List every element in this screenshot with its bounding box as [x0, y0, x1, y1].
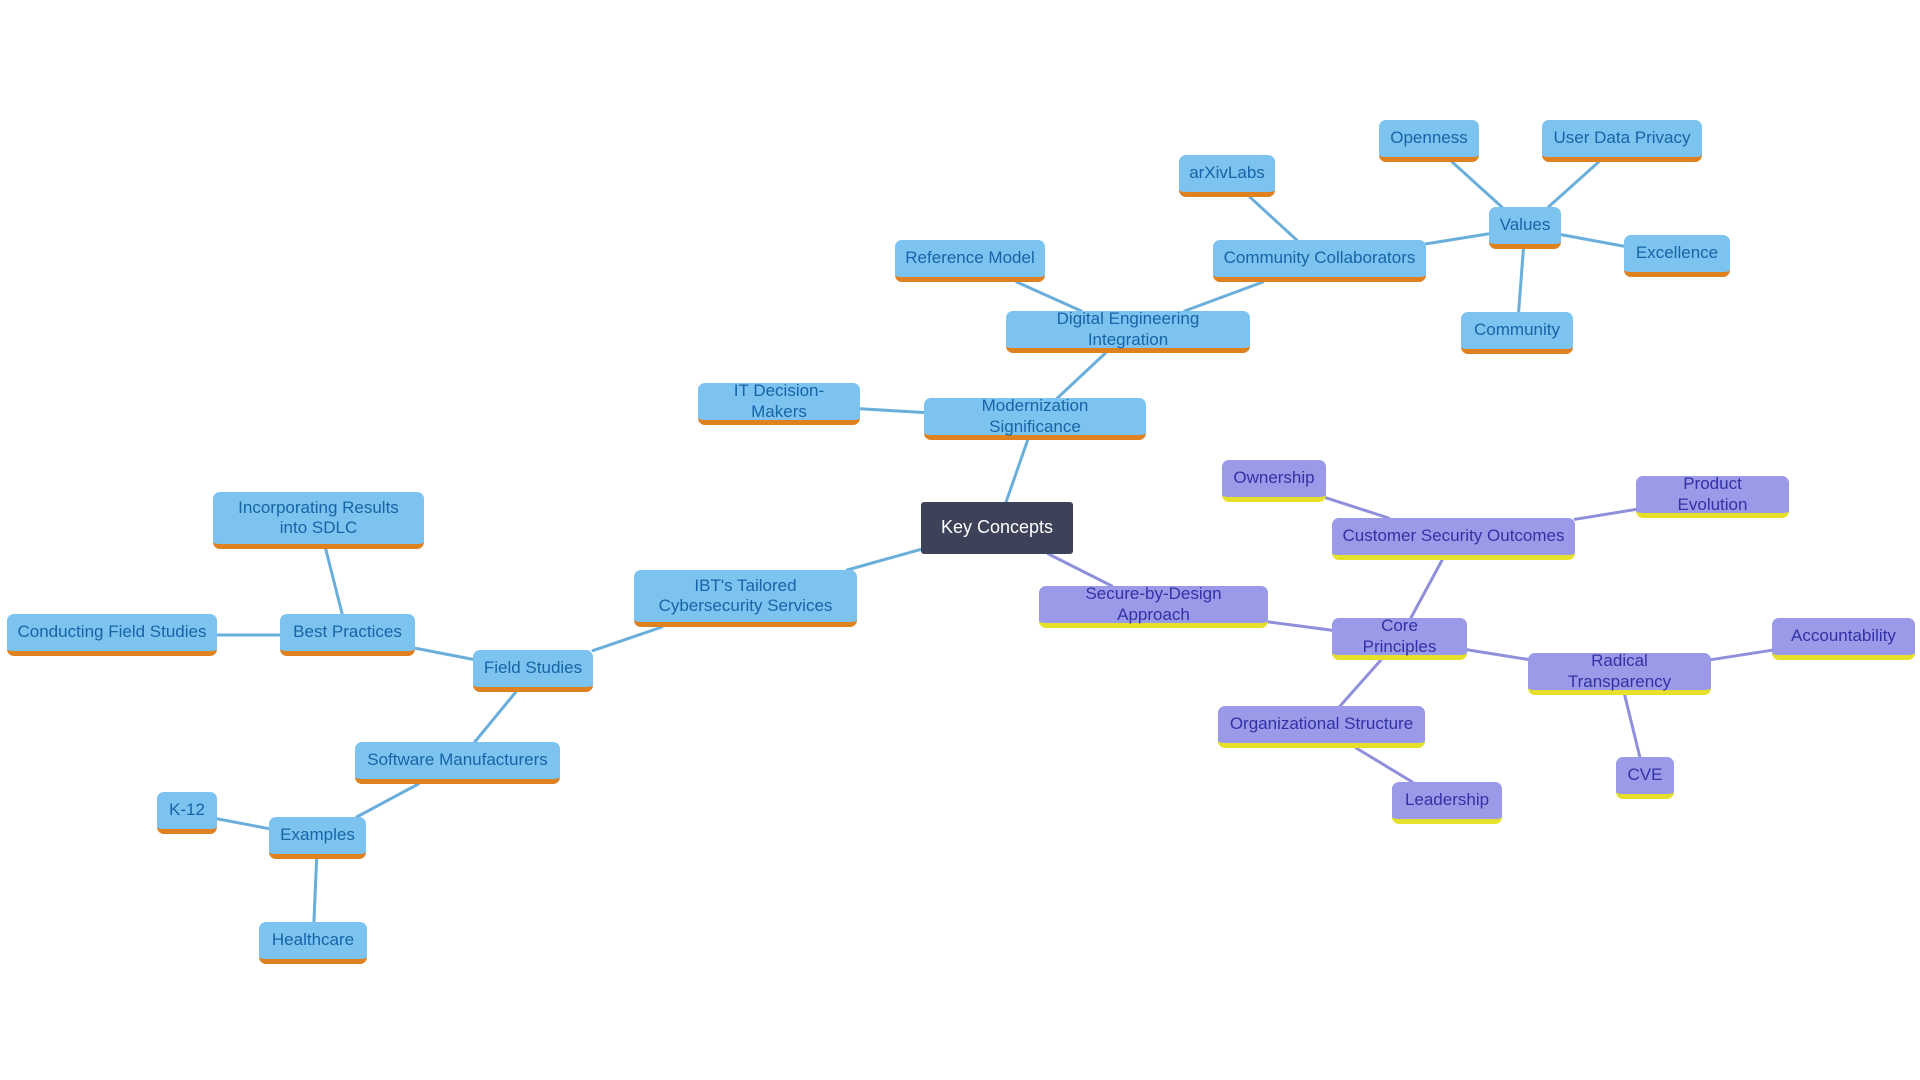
edge-values-to-excellence: [1559, 233, 1626, 248]
mindmap-node-conducting[interactable]: Conducting Field Studies: [7, 614, 217, 656]
mindmap-node-userprivacy[interactable]: User Data Privacy: [1542, 120, 1702, 162]
mindmap-node-accountab[interactable]: Accountability: [1772, 618, 1915, 660]
mindmap-node-securedesign[interactable]: Secure-by-Design Approach: [1039, 584, 1268, 628]
mindmap-node-itdm[interactable]: IT Decision-Makers: [698, 381, 860, 425]
mindmap-node-cve[interactable]: CVE: [1616, 757, 1674, 799]
edge-coreprin-to-radtrans: [1465, 648, 1530, 661]
mindmap-node-excellence[interactable]: Excellence: [1624, 235, 1730, 277]
edge-custsec-to-ownership: [1324, 496, 1391, 520]
edge-modern-to-itdm: [858, 407, 926, 414]
edge-radtrans-to-accountab: [1709, 648, 1774, 662]
mindmap-node-bestprac[interactable]: Best Practices: [280, 614, 415, 656]
mindmap-node-prodevo[interactable]: Product Evolution: [1636, 474, 1789, 518]
edge-orgstruct-to-leadership: [1354, 746, 1414, 784]
mindmap-node-leadership[interactable]: Leadership: [1392, 782, 1502, 824]
edge-custsec-to-prodevo: [1573, 507, 1638, 521]
mindmap-node-coreprin[interactable]: Core Principles: [1332, 616, 1467, 660]
mindmap-canvas: Key Concepts IBT's Tailored Cybersecurity…: [0, 0, 1920, 1080]
mindmap-node-fieldstud[interactable]: Field Studies: [473, 650, 593, 692]
edge-digeng-to-refmodel: [1015, 280, 1083, 313]
mindmap-node-ownership[interactable]: Ownership: [1222, 460, 1326, 502]
edge-modern-to-digeng: [1055, 351, 1108, 400]
mindmap-node-refmodel[interactable]: Reference Model: [895, 240, 1045, 282]
edge-securedesign-to-coreprin: [1266, 620, 1334, 632]
edge-root-to-securedesign: [1047, 552, 1114, 588]
edge-values-to-userprivacy: [1546, 160, 1601, 209]
mindmap-node-ibt[interactable]: IBT's Tailored Cybersecurity Services: [634, 570, 857, 627]
edge-bestprac-to-incorp: [324, 547, 344, 616]
mindmap-node-orgstruct[interactable]: Organizational Structure: [1218, 706, 1425, 748]
mindmap-node-incorp[interactable]: Incorporating Results into SDLC: [213, 492, 424, 549]
edge-fieldstud-to-swmanuf: [473, 690, 518, 744]
edge-root-to-modern: [1004, 438, 1030, 504]
edge-coreprin-to-orgstruct: [1338, 658, 1383, 708]
edge-digeng-to-commcollab: [1183, 280, 1265, 313]
mindmap-node-digeng[interactable]: Digital Engineering Integration: [1006, 309, 1250, 353]
mindmap-node-examples[interactable]: Examples: [269, 817, 366, 859]
edge-examples-to-healthcare: [312, 857, 319, 924]
mindmap-node-healthcare[interactable]: Healthcare: [259, 922, 367, 964]
mindmap-node-arxivlabs[interactable]: arXivLabs: [1179, 155, 1275, 197]
edge-root-to-ibt: [845, 547, 923, 572]
edge-ibt-to-fieldstud: [591, 625, 664, 653]
edge-fieldstud-to-bestprac: [413, 646, 475, 661]
mindmap-node-radtrans[interactable]: Radical Transparency: [1528, 651, 1711, 695]
mindmap-node-values[interactable]: Values: [1489, 207, 1561, 249]
mindmap-node-root[interactable]: Key Concepts: [921, 502, 1073, 554]
edge-values-to-openness: [1450, 160, 1504, 209]
mindmap-node-k12[interactable]: K-12: [157, 792, 217, 834]
edge-values-to-community: [1517, 247, 1525, 314]
mindmap-node-swmanuf[interactable]: Software Manufacturers: [355, 742, 560, 784]
edge-radtrans-to-cve: [1623, 693, 1642, 759]
mindmap-node-community[interactable]: Community: [1461, 312, 1573, 354]
edge-commcollab-to-values: [1424, 232, 1491, 246]
mindmap-node-commcollab[interactable]: Community Collaborators: [1213, 240, 1426, 282]
mindmap-node-openness[interactable]: Openness: [1379, 120, 1479, 162]
edge-examples-to-k12: [215, 817, 271, 831]
edge-coreprin-to-custsec: [1409, 558, 1444, 620]
edge-commcollab-to-arxivlabs: [1248, 195, 1299, 242]
edge-swmanuf-to-examples: [355, 782, 420, 819]
mindmap-node-custsec[interactable]: Customer Security Outcomes: [1332, 518, 1575, 560]
mindmap-node-modern[interactable]: Modernization Significance: [924, 396, 1146, 440]
